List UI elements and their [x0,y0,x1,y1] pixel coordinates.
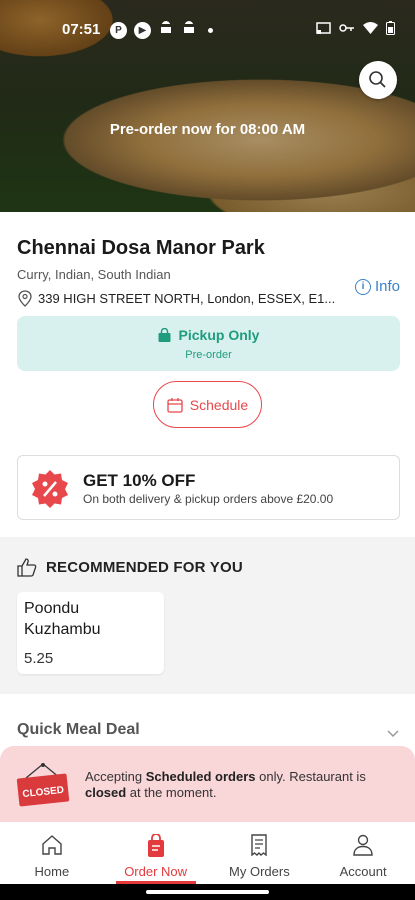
recommended-item-price: 5.25 [24,650,54,667]
nav-account[interactable]: Account [311,822,415,884]
restaurant-name: Chennai Dosa Manor Park [17,237,265,259]
nav-home[interactable]: Home [0,822,104,884]
chevron-icon[interactable] [387,726,399,741]
nav-my-orders-label: My Orders [229,864,290,879]
address-row: 339 HIGH STREET NORTH, London, ESSEX, E1… [17,290,357,307]
notification-p-icon: P [110,22,127,39]
status-bar: 07:51 P ▶ [0,0,415,60]
pickup-title-row: Pickup Only [17,327,400,343]
nav-order-now-label: Order Now [124,864,188,879]
location-pin-icon [18,290,32,307]
system-icons [316,21,395,35]
receipt-icon [251,834,268,856]
bottom-navigation: Home Order Now My Orders Account [0,822,415,884]
pickup-only-box: Pickup Only Pre-order [17,316,400,371]
nav-my-orders[interactable]: My Orders [208,822,312,884]
wifi-icon [363,22,378,34]
offer-card[interactable]: GET 10% OFF On both delivery & pickup or… [17,455,400,520]
offer-title: GET 10% OFF [83,471,196,490]
recommended-header: RECOMMENDED FOR YOU [17,558,243,577]
shopping-bag-icon [158,328,171,342]
gesture-navigation-bar [0,884,415,900]
android-icon [158,20,174,41]
recommended-item-card[interactable]: Poondu Kuzhambu 5.25 [17,592,164,674]
nav-order-now[interactable]: Order Now [104,822,208,884]
play-icon: ▶ [134,22,151,39]
notification-icons: P ▶ [110,20,213,41]
closed-sign-icon: CLOSED [16,763,70,807]
recommended-item-name: Poondu Kuzhambu [24,600,101,638]
battery-icon [386,21,395,35]
android-icon-2 [181,20,197,41]
closed-msg-part3: at the moment. [126,785,217,800]
schedule-label: Schedule [189,396,249,413]
recommended-title: RECOMMENDED FOR YOU [46,559,243,576]
closed-msg-closed: closed [85,785,127,800]
info-label: Info [374,278,400,295]
cuisine-list: Curry, Indian, South Indian [17,267,171,282]
person-icon [353,834,373,856]
address-text: 339 HIGH STREET NORTH, London, ESSEX, E1… [38,291,336,306]
closed-banner: CLOSED Accepting Scheduled orders only. … [0,746,415,822]
search-button[interactable] [359,61,397,99]
order-bag-icon [147,834,164,857]
pickup-subtitle: Pre-order [185,349,232,361]
recommended-section: RECOMMENDED FOR YOU Poondu Kuzhambu 5.25 [0,537,415,694]
status-time: 07:51 [62,21,101,38]
closed-msg-part2: only. Restaurant is [255,769,366,784]
hero-image: 07:51 P ▶ Pre-order now for 08:00 AM [0,0,415,212]
nav-home-label: Home [34,864,70,879]
closed-msg-scheduled: Scheduled orders [145,769,256,784]
cast-icon [316,21,331,34]
preorder-banner-text: Pre-order now for 08:00 AM [109,121,306,138]
closed-msg-part1: Accepting [85,769,146,784]
home-icon [42,835,62,855]
discount-badge-icon [32,470,68,508]
thumbs-up-icon [17,558,37,577]
nav-account-label: Account [339,864,387,879]
info-icon: i [354,278,371,295]
calendar-icon [167,397,183,413]
key-icon [339,24,354,32]
offer-subtitle: On both delivery & pickup orders above £… [83,492,334,506]
quick-meal-deal-title[interactable]: Quick Meal Deal [17,721,140,739]
info-button[interactable]: i Info [354,278,400,295]
home-gesture-handle[interactable] [146,890,269,894]
schedule-button[interactable]: Schedule [153,381,262,428]
closed-message: Accepting Scheduled orders only. Restaur… [85,769,395,801]
search-icon [369,71,386,88]
more-notifications-dot [208,28,213,33]
pickup-title: Pickup Only [178,327,260,343]
